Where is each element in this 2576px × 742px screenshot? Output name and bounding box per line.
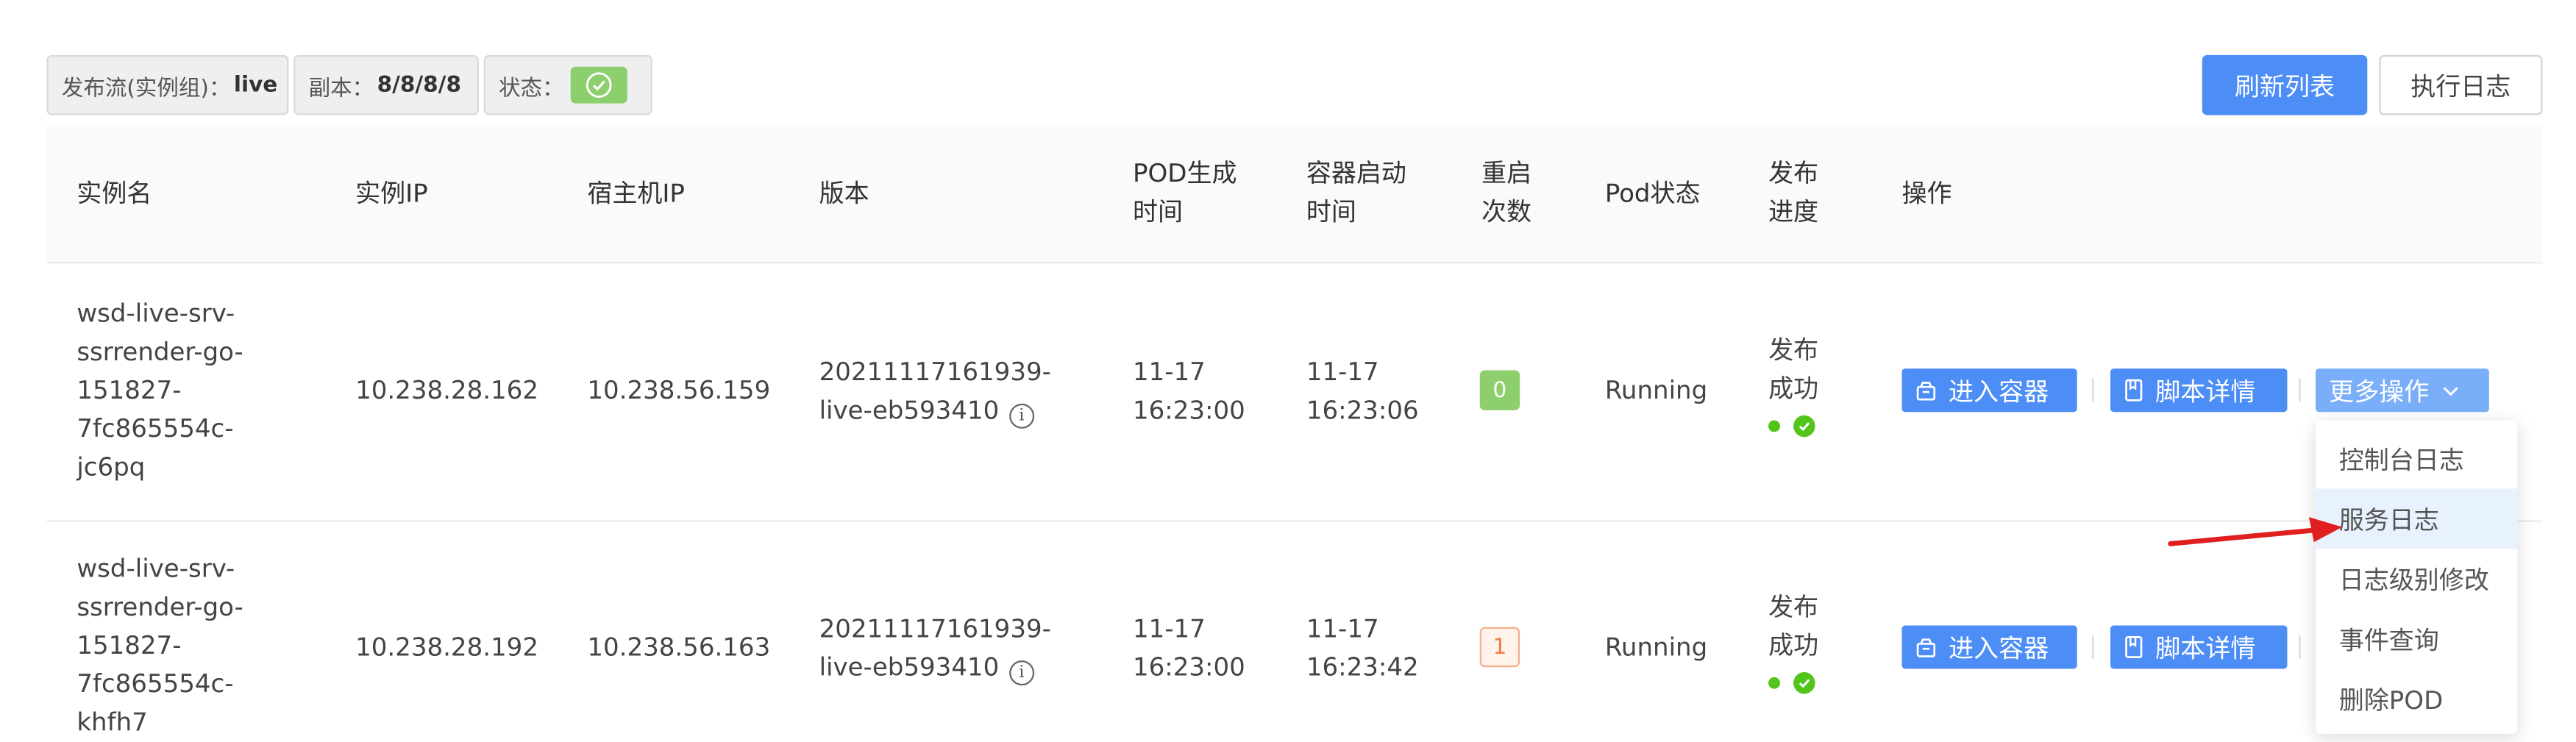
more-actions-label: 更多操作 bbox=[2329, 376, 2430, 407]
status-label: 状态： bbox=[499, 76, 564, 101]
col-instance-ip: 实例IP bbox=[355, 177, 428, 208]
enter-container-button[interactable]: 进入容器 bbox=[1901, 625, 2077, 669]
status-ok-badge bbox=[570, 66, 627, 104]
restart-badge: 1 bbox=[1479, 627, 1520, 668]
script-detail-label: 脚本详情 bbox=[2155, 376, 2256, 407]
col-restarts: 重启 次数 bbox=[1481, 158, 1532, 227]
host-ip: 10.238.56.163 bbox=[587, 632, 771, 663]
col-host-ip: 宿主机IP bbox=[587, 177, 685, 208]
instance-ip: 10.238.28.192 bbox=[355, 632, 538, 663]
release-progress: 发布 成功 bbox=[1768, 589, 1818, 694]
enter-container-button[interactable]: 进入容器 bbox=[1901, 368, 2077, 413]
document-icon bbox=[2125, 636, 2143, 658]
pointer-arrow-icon bbox=[2168, 517, 2343, 546]
app-root: 发布流(实例组)： live 副本： 8/8/8/8 状态： 刷新列表 执行日志… bbox=[0, 0, 2576, 739]
more-actions-button[interactable]: 更多操作 bbox=[2315, 368, 2489, 413]
action-divider bbox=[2299, 635, 2301, 659]
replica-tag: 副本： 8/8/8/8 bbox=[293, 54, 479, 115]
col-version: 版本 bbox=[819, 177, 869, 208]
instance-name: wsd-live-srv- ssrrender-go- 151827- 7fc8… bbox=[77, 553, 243, 738]
pod-created-time: 11-17 16:23:00 bbox=[1132, 357, 1245, 426]
menu-item-console-log[interactable]: 控制台日志 bbox=[2316, 429, 2517, 489]
check-circle-icon bbox=[586, 72, 612, 99]
host-ip: 10.238.56.159 bbox=[587, 375, 771, 406]
pod-status: Running bbox=[1604, 632, 1708, 663]
container-icon bbox=[1916, 638, 1936, 657]
action-divider bbox=[2092, 378, 2094, 402]
col-pod-status: Pod状态 bbox=[1604, 177, 1701, 208]
refresh-list-button[interactable]: 刷新列表 bbox=[2202, 54, 2368, 115]
col-pod-time: POD生成 时间 bbox=[1132, 158, 1237, 227]
document-icon bbox=[2125, 379, 2143, 402]
col-start-time: 容器启动 时间 bbox=[1306, 158, 1406, 227]
action-divider bbox=[2299, 378, 2301, 402]
check-circle-icon bbox=[1793, 672, 1815, 694]
progress-text: 发布 成功 bbox=[1768, 335, 1819, 404]
release-flow-value: live bbox=[233, 72, 278, 98]
execution-log-button[interactable]: 执行日志 bbox=[2379, 54, 2543, 115]
info-icon[interactable]: i bbox=[1008, 660, 1034, 686]
container-icon bbox=[1916, 381, 1936, 400]
col-instance-name: 实例名 bbox=[77, 177, 152, 208]
pod-created-time: 11-17 16:23:00 bbox=[1132, 613, 1245, 682]
container-start-time: 11-17 16:23:06 bbox=[1306, 357, 1419, 426]
instance-name: wsd-live-srv- ssrrender-go- 151827- 7fc8… bbox=[77, 298, 243, 482]
release-flow-label: 发布流(实例组)： bbox=[61, 76, 231, 101]
table-row: wsd-live-srv- ssrrender-go- 151827- 7fc8… bbox=[46, 262, 2543, 522]
script-detail-button[interactable]: 脚本详情 bbox=[2110, 625, 2288, 669]
script-detail-label: 脚本详情 bbox=[2155, 632, 2256, 663]
menu-item-delete-pod[interactable]: 删除POD bbox=[2316, 668, 2517, 729]
action-divider bbox=[2092, 635, 2094, 659]
check-circle-icon bbox=[1793, 415, 1815, 438]
table-header: 实例名 实例IP 宿主机IP 版本 POD生成 时间 容器启动 时间 重启 次数… bbox=[46, 125, 2543, 264]
menu-item-service-log[interactable]: 服务日志 bbox=[2315, 488, 2518, 549]
menu-item-log-level[interactable]: 日志级别修改 bbox=[2316, 549, 2517, 609]
replica-value: 8/8/8/8 bbox=[377, 72, 461, 98]
version: 20211117161939- live-eb593410 i bbox=[819, 354, 1051, 430]
replica-label: 副本： bbox=[308, 76, 374, 101]
more-actions-dropdown: 控制台日志 服务日志 日志级别修改 事件查询 删除POD bbox=[2315, 420, 2518, 734]
progress-dot bbox=[1768, 677, 1780, 689]
script-detail-button[interactable]: 脚本详情 bbox=[2110, 368, 2288, 413]
container-start-time: 11-17 16:23:42 bbox=[1306, 613, 1419, 682]
release-progress: 发布 成功 bbox=[1768, 332, 1819, 438]
enter-container-label: 进入容器 bbox=[1949, 632, 2049, 663]
progress-indicator bbox=[1768, 672, 1815, 694]
menu-item-event-query[interactable]: 事件查询 bbox=[2316, 609, 2517, 669]
col-progress: 发布 进度 bbox=[1768, 158, 1819, 227]
progress-text: 发布 成功 bbox=[1768, 592, 1819, 661]
pod-status: Running bbox=[1604, 375, 1708, 406]
release-flow-tag: 发布流(实例组)： live bbox=[46, 54, 289, 115]
chevron-down-icon bbox=[2443, 386, 2458, 396]
restart-count: 0 bbox=[1479, 370, 1520, 410]
restart-count: 1 bbox=[1479, 627, 1520, 668]
version: 20211117161939- live-eb593410 i bbox=[819, 610, 1051, 687]
progress-indicator bbox=[1768, 415, 1815, 438]
col-actions: 操作 bbox=[1901, 177, 1952, 208]
status-tag: 状态： bbox=[483, 54, 652, 115]
enter-container-label: 进入容器 bbox=[1949, 376, 2049, 407]
restart-badge: 0 bbox=[1479, 370, 1520, 410]
progress-dot bbox=[1768, 420, 1780, 432]
instance-ip: 10.238.28.162 bbox=[355, 375, 538, 406]
info-icon[interactable]: i bbox=[1008, 403, 1034, 429]
